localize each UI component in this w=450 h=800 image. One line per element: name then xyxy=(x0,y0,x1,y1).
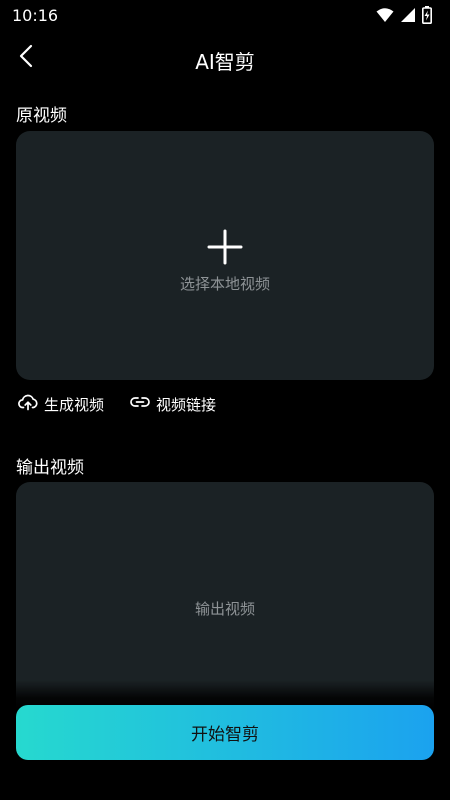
output-video-placeholder: 输出视频 xyxy=(194,600,255,618)
status-bar: 10:16 xyxy=(0,0,450,32)
output-video-label: 输出视频 xyxy=(16,458,84,478)
plus-icon xyxy=(207,229,243,265)
start-ai-edit-button[interactable]: 开始智剪 xyxy=(16,705,434,760)
source-video-label: 原视频 xyxy=(16,106,67,126)
page-title: AI智剪 xyxy=(195,50,255,74)
battery-charging-icon xyxy=(422,6,432,24)
video-link-button[interactable]: 视频链接 xyxy=(130,394,216,415)
link-icon xyxy=(130,395,150,413)
wifi-icon xyxy=(376,7,394,23)
generate-video-label: 生成视频 xyxy=(44,395,105,414)
status-icons xyxy=(376,6,432,24)
select-local-video-area[interactable]: 选择本地视频 xyxy=(16,131,434,380)
status-time: 10:16 xyxy=(12,6,59,25)
header: AI智剪 xyxy=(0,34,450,82)
generate-video-button[interactable]: 生成视频 xyxy=(18,393,104,415)
signal-icon xyxy=(400,7,416,23)
cloud-upload-icon xyxy=(18,393,38,415)
source-actions-row: 生成视频 视频链接 xyxy=(18,392,216,416)
select-local-video-hint: 选择本地视频 xyxy=(179,275,270,293)
video-link-label: 视频链接 xyxy=(156,395,217,414)
